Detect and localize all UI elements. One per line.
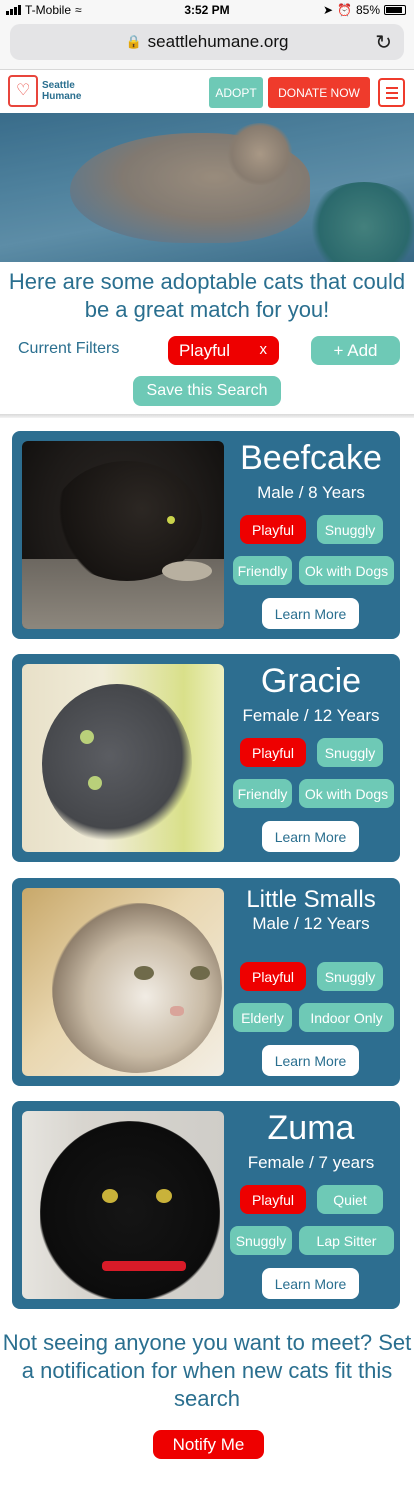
add-filter-button[interactable]: + Add [311,336,400,365]
page-title: Here are some adoptable cats that could … [8,269,406,322]
site-header: Seattle Humane ADOPT DONATE NOW [0,71,414,113]
cat-card: Beefcake Male / 8 Years Playful Snuggly … [12,431,400,639]
learn-more-button[interactable]: Learn More [262,1268,359,1299]
hero-image [0,113,414,262]
cat-card: Zuma Female / 7 years Playful Quiet Snug… [12,1101,400,1309]
cat-photo[interactable] [22,1111,224,1299]
tag-chip: Snuggly [317,515,383,544]
logo-text: Seattle Humane [42,80,81,102]
divider [0,414,414,418]
learn-more-button[interactable]: Learn More [262,821,359,852]
cat-name: Beefcake [240,439,382,477]
learn-more-button[interactable]: Learn More [262,1045,359,1076]
cat-name: Little Smalls [246,886,376,913]
cat-meta: Male / 8 Years [257,483,365,502]
save-search-button[interactable]: Save this Search [133,376,281,406]
cat-name: Zuma [267,1109,355,1147]
browser-bar: 🔒 seattlehumane.org ↻ [0,20,414,70]
tag-chip: Snuggly [317,962,383,991]
adopt-button[interactable]: ADOPT [209,77,263,108]
logo[interactable]: Seattle Humane [8,75,81,107]
tag-chip: Lap Sitter [299,1226,394,1255]
battery-icon [384,5,406,15]
remove-filter-icon[interactable]: x [260,341,268,358]
battery-percent: 85% [355,3,380,17]
tag-chip: Snuggly [230,1226,292,1255]
cat-meta: Female / 7 years [247,1153,375,1172]
cat-meta: Male / 12 Years [252,914,370,933]
cat-photo[interactable] [22,888,224,1076]
logo-icon [8,75,38,107]
notify-prompt: Not seeing anyone you want to meet? Set … [2,1330,412,1411]
tag-chip: Ok with Dogs [299,779,394,808]
cat-name: Gracie [260,662,362,700]
url-field[interactable]: 🔒 seattlehumane.org ↻ [10,24,404,60]
cat-card: Gracie Female / 12 Years Playful Snuggly… [12,654,400,862]
reload-icon[interactable]: ↻ [375,30,392,55]
tag-chip: Snuggly [317,738,383,767]
location-icon: ➤ [322,3,334,17]
tag-chip: Ok with Dogs [299,556,394,585]
tag-chip: Friendly [233,779,292,808]
donate-button[interactable]: DONATE NOW [268,77,370,108]
status-bar: T-Mobile ≈ 3:52 PM ➤ ⏰ 85% [0,0,414,20]
logo-line-1: Seattle [42,80,75,91]
hamburger-icon[interactable] [378,78,405,107]
logo-line-2: Humane [42,91,82,102]
tag-chip: Playful [240,1185,306,1214]
tag-chip: Indoor Only [299,1003,394,1032]
lock-icon: 🔒 [125,34,142,49]
active-filter-label: Playful [179,340,231,360]
notify-button[interactable]: Notify Me [153,1430,264,1459]
tag-chip: Elderly [233,1003,292,1032]
tag-chip: Quiet [317,1185,383,1214]
active-filter-chip[interactable]: Playful x [168,336,279,365]
cat-photo[interactable] [22,664,224,852]
tag-chip: Playful [240,738,306,767]
filters-label: Current Filters [18,340,120,357]
cat-meta: Female / 12 Years [242,706,380,725]
cat-card: Little Smalls Male / 12 Years Playful Sn… [12,878,400,1086]
tag-chip: Playful [240,515,306,544]
tag-chip: Playful [240,962,306,991]
cat-photo[interactable] [22,441,224,629]
url-text: seattlehumane.org [147,32,289,51]
tag-chip: Friendly [233,556,292,585]
alarm-icon: ⏰ [337,3,352,17]
learn-more-button[interactable]: Learn More [262,598,359,629]
